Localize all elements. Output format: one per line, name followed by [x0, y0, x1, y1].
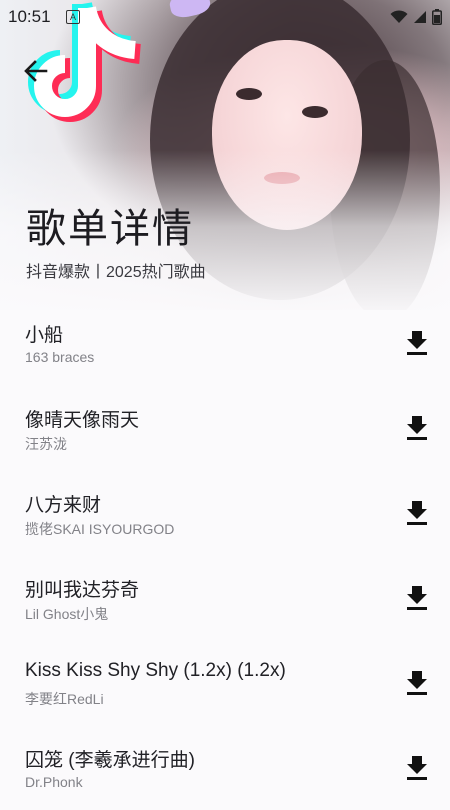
song-title: 小船	[25, 325, 64, 346]
song-item[interactable]: 别叫我达芬奇 Lil Ghost小鬼	[0, 555, 450, 640]
arrow-left-icon[interactable]	[20, 55, 52, 87]
song-title: 像晴天像雨天	[25, 410, 140, 431]
status-bar: 10:51 A	[0, 0, 450, 32]
song-item[interactable]: 像晴天像雨天 汪苏泷	[0, 385, 450, 470]
song-title: 囚笼 (李羲承进行曲)	[25, 750, 195, 771]
download-icon[interactable]	[404, 413, 430, 441]
battery-icon	[432, 9, 442, 25]
song-artist: 汪苏泷	[25, 436, 67, 452]
notification-a-icon: A	[66, 10, 80, 24]
status-icons	[390, 9, 442, 25]
song-title: Kiss Kiss Shy Shy (1.2x) (1.2x)	[25, 660, 286, 681]
cover-eye-shape	[302, 106, 328, 118]
song-artist: 揽佬SKAI ISYOURGOD	[25, 521, 175, 537]
status-time: 10:51	[8, 7, 51, 26]
download-icon[interactable]	[404, 498, 430, 526]
song-title: 别叫我达芬奇	[25, 580, 140, 601]
download-icon[interactable]	[404, 668, 430, 696]
song-list: 小船 163 braces 像晴天像雨天 汪苏泷 八方来财 揽佬SKAI ISY…	[0, 300, 450, 810]
song-item[interactable]: 小船 163 braces	[0, 300, 450, 385]
page-title: 歌单详情	[26, 207, 194, 251]
song-artist: Dr.Phonk	[25, 774, 83, 790]
song-title: 八方来财	[25, 495, 102, 516]
song-item[interactable]: 八方来财 揽佬SKAI ISYOURGOD	[0, 470, 450, 555]
download-icon[interactable]	[404, 753, 430, 781]
song-item[interactable]: 囚笼 (李羲承进行曲) Dr.Phonk	[0, 725, 450, 810]
download-icon[interactable]	[404, 583, 430, 611]
song-item[interactable]: Kiss Kiss Shy Shy (1.2x) (1.2x) 李要红RedLi	[0, 640, 450, 725]
song-artist: 李要红RedLi	[25, 691, 104, 707]
cover-eye-shape	[236, 88, 262, 100]
playlist-subtitle: 抖音爆款丨2025热门歌曲	[26, 264, 206, 281]
signal-icon	[414, 11, 426, 23]
download-icon[interactable]	[404, 328, 430, 356]
song-artist: 163 braces	[25, 349, 95, 365]
wifi-icon	[390, 10, 408, 23]
song-artist: Lil Ghost小鬼	[25, 606, 109, 622]
